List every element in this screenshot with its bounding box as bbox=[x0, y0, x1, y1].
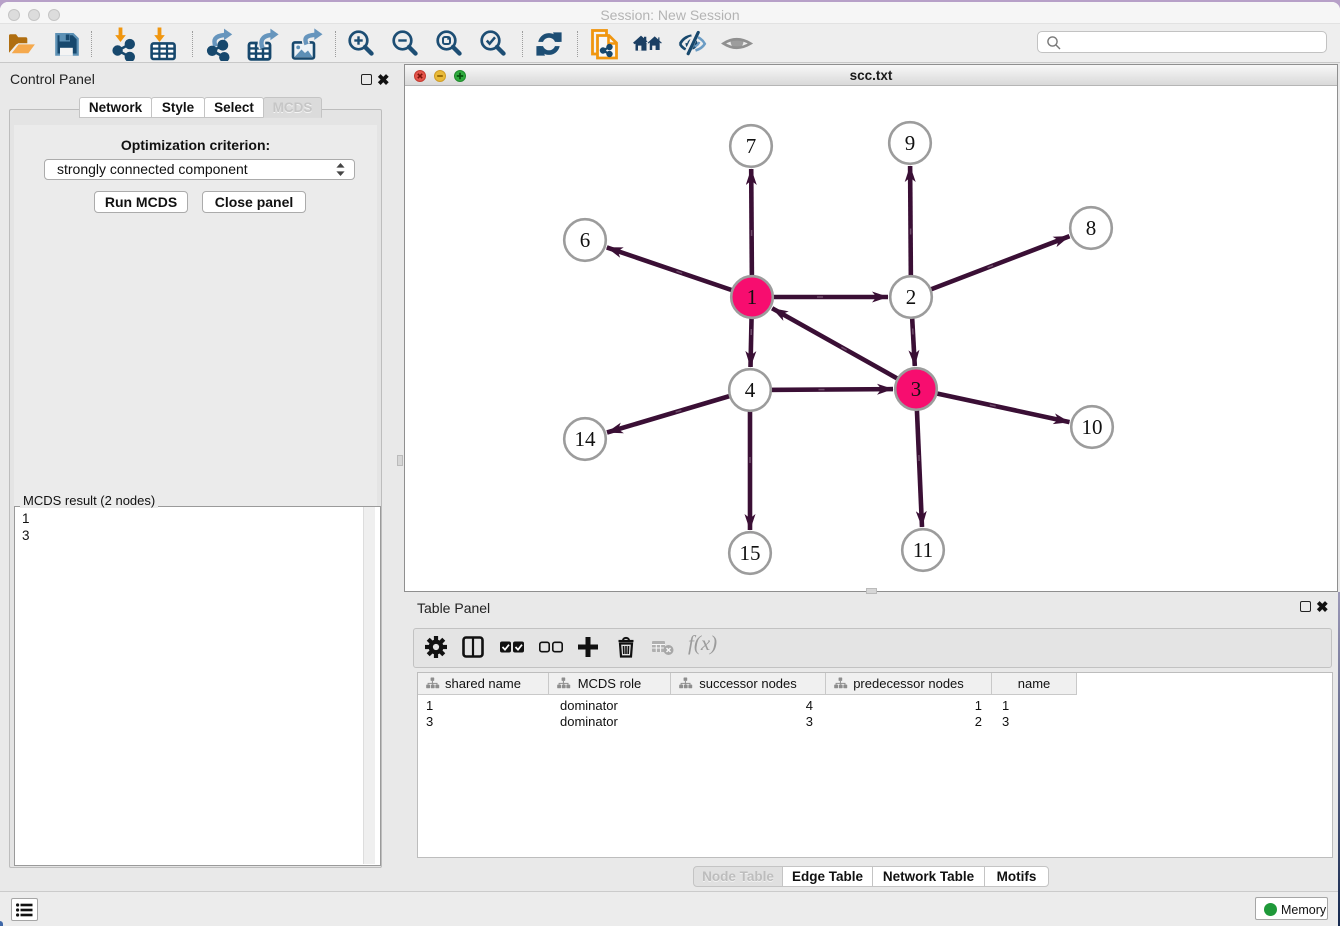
svg-text:1: 1 bbox=[747, 285, 758, 309]
svg-text:14: 14 bbox=[575, 427, 597, 451]
svg-text:7: 7 bbox=[746, 134, 757, 158]
svg-text:4: 4 bbox=[745, 378, 756, 402]
svg-text:6: 6 bbox=[580, 228, 591, 252]
svg-text:8: 8 bbox=[1086, 216, 1097, 240]
svg-text:15: 15 bbox=[740, 541, 761, 565]
svg-text:3: 3 bbox=[911, 377, 922, 401]
svg-text:2: 2 bbox=[906, 285, 917, 309]
svg-text:11: 11 bbox=[913, 538, 933, 562]
svg-text:9: 9 bbox=[905, 131, 916, 155]
svg-text:10: 10 bbox=[1082, 415, 1103, 439]
